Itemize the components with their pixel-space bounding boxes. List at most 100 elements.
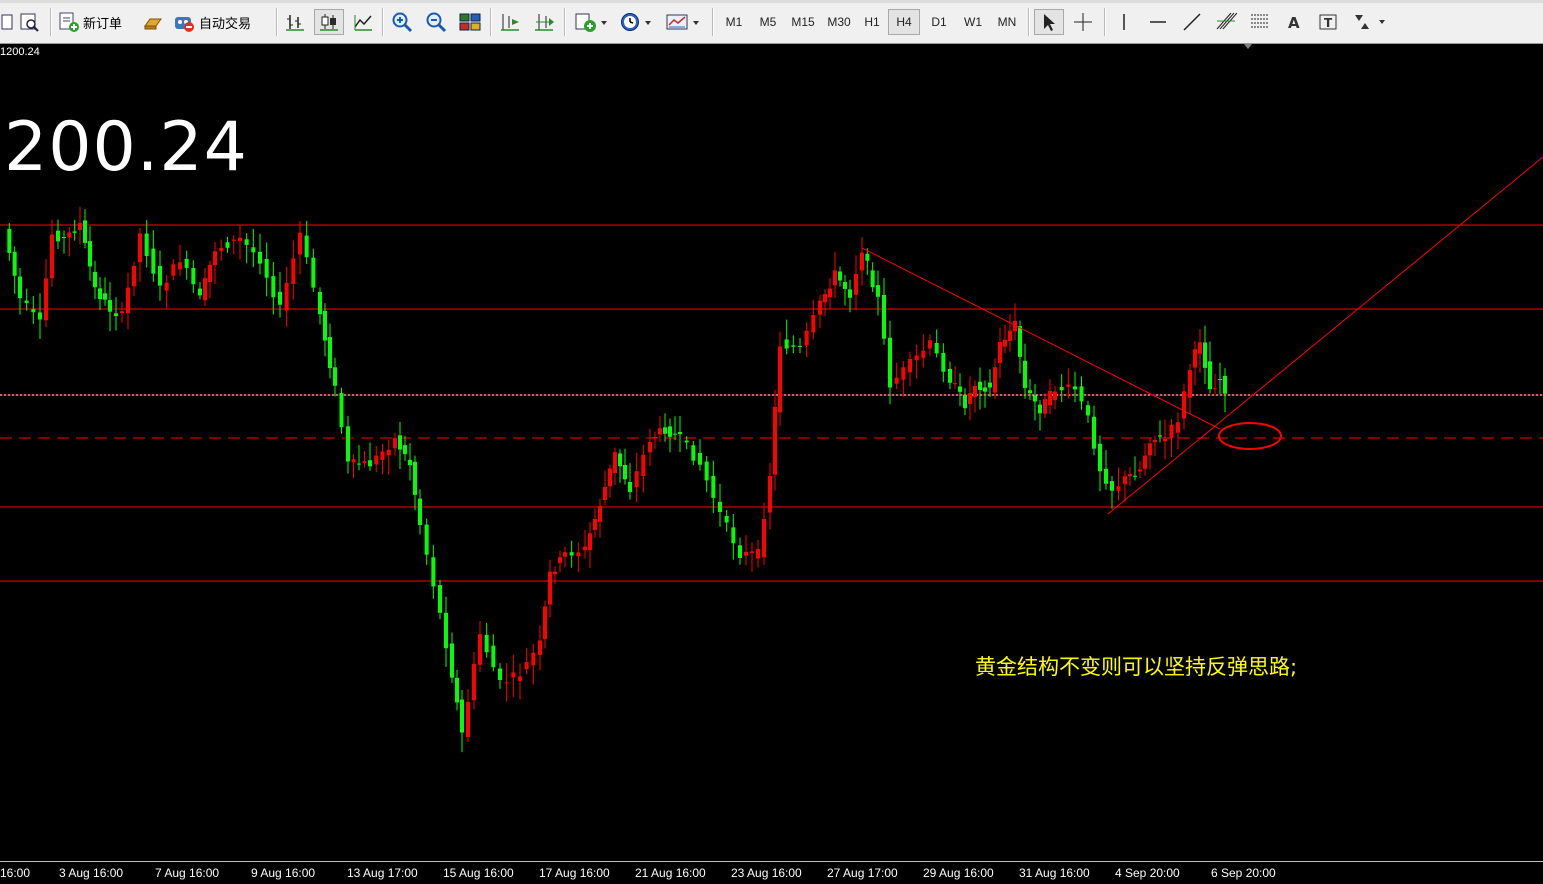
timeframe-m15[interactable]: M15: [786, 9, 820, 35]
x-axis-label: 9 Aug 16:00: [251, 866, 316, 880]
bear-candle: [191, 267, 196, 285]
chart-shift-icon[interactable]: [496, 9, 524, 35]
timeframe-m5-label: M5: [759, 15, 777, 29]
bull-candle: [778, 346, 782, 413]
bear-candle: [983, 387, 987, 392]
bull-candle: [138, 233, 142, 263]
bear-candle: [1208, 361, 1212, 390]
bull-candle: [901, 367, 906, 380]
zoom-out-icon[interactable]: [422, 9, 450, 35]
timeframe-d1-label: D1: [931, 15, 947, 29]
bull-candle: [126, 287, 130, 314]
timeframe-m15-label: M15: [791, 15, 815, 29]
toolbar-separator: [1028, 8, 1030, 36]
tile-windows-icon[interactable]: [456, 9, 484, 35]
bull-candle: [1053, 391, 1057, 401]
bull-candle: [968, 393, 972, 405]
timeframe-m1[interactable]: M1: [718, 9, 750, 35]
bull-candle: [973, 385, 977, 397]
bull-candle: [504, 682, 509, 684]
text-label-icon[interactable]: T: [1314, 9, 1342, 35]
x-axis-label: 17 Aug 16:00: [539, 866, 610, 880]
bear-candle: [988, 382, 992, 388]
x-axis-label: 6 Sep 20:00: [1211, 866, 1276, 880]
zoom-in-icon[interactable]: [388, 9, 416, 35]
bull-candle: [653, 436, 657, 438]
timeframe-mn[interactable]: MN: [991, 9, 1023, 35]
trendline-icon[interactable]: [1178, 9, 1206, 35]
bull-candle: [466, 701, 470, 738]
timeframe-m1-label: M1: [725, 15, 743, 29]
bull-candle: [1193, 349, 1197, 368]
new-order-button[interactable]: 新订单: [58, 9, 136, 35]
bar-chart-icon[interactable]: [282, 9, 308, 35]
candlestick-icon[interactable]: [314, 9, 344, 35]
toolbar-separator: [382, 8, 384, 36]
bull-candle: [380, 451, 385, 461]
bull-candle: [67, 232, 72, 238]
line-chart-icon[interactable]: [350, 9, 376, 35]
horizontal-line-icon[interactable]: [1144, 9, 1172, 35]
vertical-line-icon[interactable]: [1110, 9, 1138, 35]
templates-icon[interactable]: [662, 9, 704, 35]
periods-clock-icon[interactable]: [616, 9, 656, 35]
bull-candle: [238, 237, 242, 241]
bull-candle: [78, 223, 82, 231]
bull-candle: [603, 486, 607, 501]
bull-candle: [953, 383, 957, 385]
timeframe-m5[interactable]: M5: [752, 9, 784, 35]
bull-candle: [553, 571, 557, 575]
indicators-icon[interactable]: [570, 9, 610, 35]
analysis-annotation: 黄金结构不变则可以坚持反弹思路;: [975, 655, 1298, 679]
timeframe-m30[interactable]: M30: [822, 9, 856, 35]
crosshair-icon[interactable]: [1068, 9, 1098, 35]
svg-text:T: T: [1324, 16, 1333, 30]
bear-candle: [491, 645, 496, 668]
x-axis-label: 29 Aug 16:00: [923, 866, 994, 880]
bull-candle: [1198, 342, 1202, 354]
bear-candle: [978, 381, 982, 390]
bear-candle: [418, 498, 422, 526]
bear-candle: [724, 516, 729, 523]
timeframe-w1[interactable]: W1: [958, 9, 988, 35]
toolbar-separator: [276, 8, 278, 36]
bull-candle: [823, 294, 827, 303]
bear-candle: [678, 432, 682, 435]
zoom-window-icon[interactable]: [16, 9, 42, 35]
chart-window-icon[interactable]: [0, 9, 14, 35]
bear-candle: [108, 300, 112, 312]
text-icon[interactable]: A: [1280, 9, 1308, 35]
gold-bar-icon[interactable]: [140, 9, 166, 35]
big-price-display: 200.24: [4, 108, 248, 187]
bear-candle: [668, 426, 672, 437]
timeframe-h1[interactable]: H1: [858, 9, 886, 35]
auto-trading-button[interactable]: 自动交易: [172, 9, 266, 35]
bull-candle: [828, 288, 832, 298]
bear-candle: [323, 310, 327, 341]
svg-text:A: A: [1288, 14, 1300, 32]
arrows-icon[interactable]: [1348, 9, 1390, 35]
bear-candle: [704, 461, 709, 481]
cursor-icon[interactable]: [1034, 9, 1064, 35]
gann-icon[interactable]: [1246, 9, 1274, 35]
chart-area[interactable]: 1200.24 200.24 黄金结构不变则可以坚持反弹思路; 16:00 3 …: [0, 44, 1543, 884]
descending-trendline: [861, 247, 1221, 430]
auto-scroll-icon[interactable]: [530, 9, 558, 35]
bull-candle: [658, 428, 662, 435]
x-axis-label: 27 Aug 17:00: [827, 866, 898, 880]
bear-candle: [711, 475, 716, 498]
bull-candle: [928, 340, 932, 349]
bull-candle: [472, 663, 476, 701]
timeframe-d1[interactable]: D1: [924, 9, 954, 35]
bull-candle: [762, 518, 766, 558]
bull-candle: [219, 247, 224, 252]
bull-candle: [598, 505, 602, 522]
bear-candle: [684, 440, 689, 443]
bear-candle: [1038, 404, 1042, 414]
bull-candle: [386, 449, 391, 456]
bear-candle: [1203, 342, 1207, 368]
bear-candle: [460, 699, 464, 733]
timeframe-h4[interactable]: H4: [888, 9, 920, 35]
fibonacci-icon[interactable]: [1212, 9, 1240, 35]
bull-candle: [548, 571, 552, 605]
